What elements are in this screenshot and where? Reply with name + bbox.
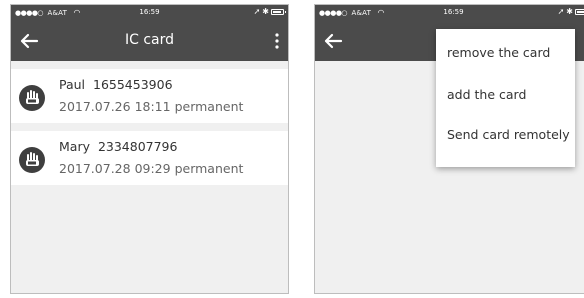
card-date: 2017.07.28 — [59, 161, 131, 176]
card-date: 2017.07.26 — [59, 99, 131, 114]
phone-screen-menu-open: ●●●●○ A&AT ◠ 16:59 ➚ ✱ remove the card a… — [314, 4, 584, 294]
card-time: 18:11 — [134, 99, 171, 114]
location-arrow-icon: ➚ — [557, 7, 565, 16]
card-time: 09:29 — [134, 161, 171, 176]
bluetooth-icon: ✱ — [262, 7, 269, 16]
menu-item-send-card-remotely[interactable]: Send card remotely — [447, 127, 570, 142]
back-arrow-icon[interactable] — [321, 29, 345, 53]
menu-item-remove-card[interactable]: remove the card — [447, 45, 550, 60]
card-list: Paul 1655453906 2017.07.26 18:11 permane… — [11, 61, 288, 185]
location-arrow-icon: ➚ — [253, 7, 261, 16]
more-vertical-icon[interactable] — [270, 29, 284, 53]
card-holder-name: Paul — [59, 77, 86, 92]
card-number: 2334807796 — [97, 139, 178, 154]
ic-card-hand-icon — [19, 147, 45, 173]
card-holder-name: Mary — [59, 139, 90, 154]
card-type: permanent — [174, 161, 244, 176]
bluetooth-icon: ✱ — [566, 7, 573, 16]
battery-icon — [271, 8, 286, 15]
card-row-mary[interactable]: Mary 2334807796 2017.07.28 09:29 permane… — [11, 131, 288, 185]
status-time: 16:59 — [139, 8, 160, 16]
status-time: 16:59 — [443, 8, 464, 16]
card-number: 1655453906 — [93, 77, 173, 92]
page-title: IC card — [124, 32, 175, 48]
card-type: permanent — [174, 99, 244, 114]
overflow-menu: remove the card add the card Send card r… — [436, 29, 575, 167]
card-row-paul[interactable]: Paul 1655453906 2017.07.26 18:11 permane… — [11, 69, 288, 123]
navigation-bar: IC card — [11, 21, 288, 61]
menu-item-add-card[interactable]: add the card — [447, 87, 526, 102]
status-bar: ●●●●○ A&AT ◠ 16:59 ➚ ✱ — [315, 5, 584, 21]
phone-screen-card-list: ●●●●○ A&AT ◠ 16:59 ➚ ✱ IC card Paul 1655… — [10, 4, 289, 294]
status-bar: ●●●●○ A&AT ◠ 16:59 ➚ ✱ — [11, 5, 288, 21]
ic-card-hand-icon — [19, 85, 45, 111]
battery-icon — [575, 8, 584, 15]
